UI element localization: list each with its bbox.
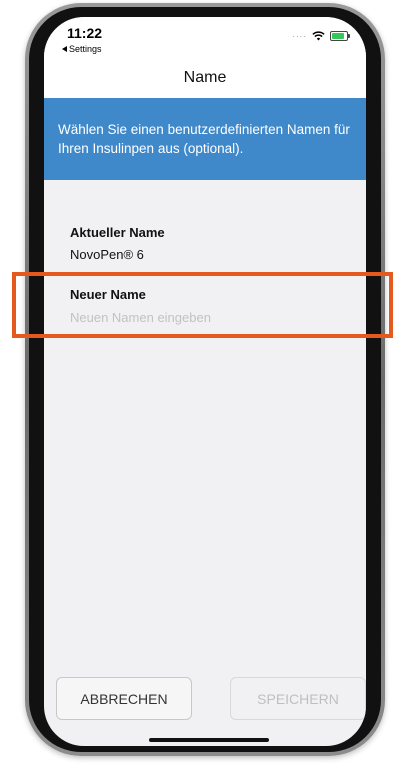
back-to-app-link[interactable]: Settings (62, 44, 102, 54)
current-name-value: NovoPen® 6 (70, 247, 144, 262)
status-time: 11:22 (67, 25, 103, 41)
status-icons: ···· (292, 31, 350, 41)
wifi-icon (312, 31, 325, 41)
highlight-box (12, 272, 393, 338)
app-screen: 11:22 Settings ···· Name Wählen Sie eine… (44, 17, 366, 746)
battery-charging-icon (330, 31, 350, 41)
info-banner: Wählen Sie einen benutzerdefinierten Nam… (44, 98, 366, 180)
cancel-button[interactable]: ABBRECHEN (56, 677, 192, 720)
home-indicator[interactable] (149, 738, 269, 742)
back-app-label: Settings (69, 44, 102, 54)
signal-icon: ···· (292, 31, 307, 41)
current-name-label: Aktueller Name (70, 225, 165, 240)
save-button[interactable]: SPEICHERN (230, 677, 366, 720)
navigation-bar: Name (44, 63, 366, 98)
back-arrow-icon (62, 46, 67, 52)
page-title: Name (183, 69, 227, 86)
status-bar: 11:22 Settings ···· (44, 17, 366, 63)
